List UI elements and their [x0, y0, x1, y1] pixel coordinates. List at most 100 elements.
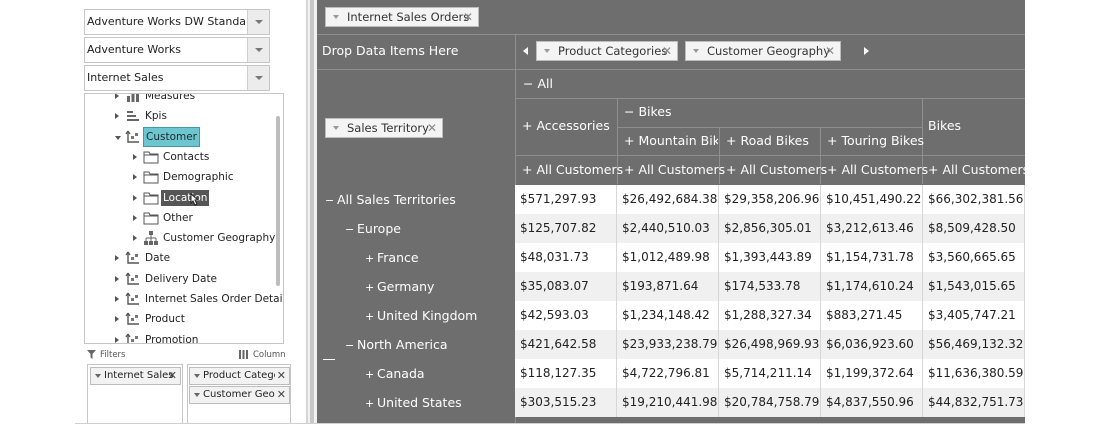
column-header-all-customers[interactable]: + All Customers — [726, 162, 827, 177]
column-header-mountain-bikes[interactable]: + Mountain Bikes — [624, 133, 718, 148]
expand-icon[interactable]: + — [365, 389, 375, 418]
expand-icon[interactable] — [115, 336, 119, 343]
data-cell[interactable]: $4,722,796.81 — [617, 359, 719, 388]
data-cell[interactable]: $44,832,751.73 — [923, 388, 1025, 417]
collapse-icon[interactable]: − — [345, 215, 355, 244]
data-cell[interactable]: $29,358,206.96 — [719, 185, 821, 214]
row-header-all-sales-territories[interactable]: − All Sales Territories — [317, 185, 515, 214]
data-cell[interactable]: $174,533.78 — [719, 272, 821, 301]
data-cell[interactable]: $1,199,372.64 — [821, 359, 923, 388]
data-cell[interactable]: $23,933,238.79 — [617, 330, 719, 359]
expand-icon[interactable]: + — [624, 133, 638, 148]
expand-icon[interactable]: + — [624, 162, 638, 177]
expand-icon[interactable]: + — [827, 133, 841, 148]
close-icon[interactable]: ✕ — [274, 387, 286, 403]
panel-splitter[interactable] — [307, 0, 317, 424]
expand-icon[interactable]: + — [726, 133, 740, 148]
close-icon[interactable]: ✕ — [825, 42, 835, 60]
close-icon[interactable]: ✕ — [274, 368, 286, 384]
data-cell[interactable]: $56,469,132.32 — [923, 330, 1025, 359]
column-field-chip[interactable]: Product Categor ✕ — [189, 367, 290, 385]
row-header-united-states[interactable]: + United States — [317, 388, 515, 417]
expand-icon[interactable] — [133, 235, 137, 242]
expand-icon[interactable]: + — [365, 273, 375, 302]
expand-icon[interactable] — [115, 255, 119, 262]
data-cell[interactable]: $8,509,428.50 — [923, 214, 1025, 243]
collapse-icon[interactable]: − — [624, 104, 638, 119]
row-header-germany[interactable]: + Germany — [317, 272, 515, 301]
data-cell[interactable]: $20,784,758.79 — [719, 388, 821, 417]
dropdown-icon[interactable] — [194, 393, 200, 397]
dropdown-icon[interactable] — [544, 49, 550, 53]
filter-field-chip[interactable]: Internet Sales ✕ — [90, 367, 181, 385]
data-cell[interactable]: $35,083.07 — [515, 272, 617, 301]
row-header-canada[interactable]: + Canada — [317, 359, 515, 388]
data-cell[interactable]: $118,127.35 — [515, 359, 617, 388]
data-cell[interactable]: $4,837,550.96 — [821, 388, 923, 417]
dropdown-icon[interactable] — [194, 374, 200, 378]
data-cell[interactable]: $1,154,731.78 — [821, 243, 923, 272]
collapse-icon[interactable]: − — [345, 331, 355, 360]
column-header-accessories[interactable]: + Accessories — [522, 118, 610, 133]
expand-icon[interactable] — [133, 153, 137, 160]
tree-scrollbar[interactable] — [276, 116, 280, 286]
row-header-france[interactable]: + France — [317, 243, 515, 272]
filters-drop-zone[interactable]: Internet Sales ✕ — [87, 364, 183, 424]
column-header-road-bikes[interactable]: + Road Bikes — [726, 133, 809, 148]
data-cell[interactable]: $19,210,441.98 — [617, 388, 719, 417]
data-cell[interactable]: $1,012,489.98 — [617, 243, 719, 272]
collapse-icon[interactable] — [115, 135, 121, 140]
data-cell[interactable]: $1,234,148.42 — [617, 301, 719, 330]
filter-area-chip[interactable]: Internet Sales Orders ✕ — [325, 7, 479, 27]
expand-icon[interactable] — [115, 113, 119, 120]
column-header-all-customers[interactable]: + All Customers — [522, 162, 623, 177]
expand-icon[interactable] — [115, 296, 119, 302]
dropdown-icon[interactable] — [333, 126, 339, 130]
data-cell[interactable]: $11,636,380.59 — [923, 359, 1025, 388]
row-area-chip[interactable]: Sales Territory ✕ — [325, 118, 443, 138]
column-header-bikes[interactable]: − Bikes — [624, 104, 672, 119]
data-cell[interactable]: $2,856,305.01 — [719, 214, 821, 243]
data-cell[interactable]: $1,543,015.65 — [923, 272, 1025, 301]
data-cell[interactable]: $66,302,381.56 — [923, 185, 1025, 214]
data-cell[interactable]: $6,036,923.60 — [821, 330, 923, 359]
expand-icon[interactable]: + — [726, 162, 740, 177]
collapse-icon[interactable]: − — [523, 76, 537, 91]
expand-icon[interactable] — [115, 275, 119, 282]
data-cell[interactable]: $42,593.03 — [515, 301, 617, 330]
chevron-down-icon[interactable] — [247, 38, 269, 62]
expand-icon[interactable]: + — [365, 360, 375, 389]
cube-select[interactable]: Internet Sales — [84, 65, 270, 91]
data-cell[interactable]: $3,405,747.21 — [923, 301, 1025, 330]
data-source-select[interactable]: Adventure Works DW Standard Edition — [84, 9, 270, 35]
columns-drop-zone[interactable]: Product Categor ✕ Customer Geogr ✕ — [187, 364, 291, 424]
dropdown-icon[interactable] — [95, 374, 101, 378]
expand-icon[interactable]: + — [522, 118, 536, 133]
column-area-chip[interactable]: Customer Geography ✕ — [685, 41, 841, 61]
row-header-europe[interactable]: − Europe — [317, 214, 515, 243]
expand-icon[interactable]: + — [365, 302, 375, 331]
scroll-right-icon[interactable] — [864, 47, 869, 55]
column-header-all-customers[interactable]: + All Customers — [928, 162, 1025, 177]
chevron-down-icon[interactable] — [247, 66, 269, 90]
data-cell[interactable]: $883,271.45 — [821, 301, 923, 330]
column-header-touring-bikes[interactable]: + Touring Bikes — [827, 133, 924, 148]
expand-icon[interactable] — [115, 94, 119, 99]
data-cell[interactable]: $421,642.58 — [515, 330, 617, 359]
close-icon[interactable]: ✕ — [168, 368, 177, 384]
data-cell[interactable]: $1,288,327.34 — [719, 301, 821, 330]
data-cell[interactable]: $3,212,613.46 — [821, 214, 923, 243]
expand-icon[interactable]: + — [365, 244, 375, 273]
expand-icon[interactable]: + — [827, 162, 841, 177]
row-header-north-america[interactable]: − North America — [317, 330, 515, 359]
catalog-select[interactable]: Adventure Works — [84, 37, 270, 63]
expand-icon[interactable]: + — [522, 162, 536, 177]
close-icon[interactable]: ✕ — [427, 119, 437, 137]
column-area-chip[interactable]: Product Categories ✕ — [536, 41, 678, 61]
data-cell[interactable]: $5,714,211.14 — [719, 359, 821, 388]
data-cell[interactable]: $1,393,443.89 — [719, 243, 821, 272]
expand-icon[interactable] — [133, 194, 137, 201]
row-header-united-kingdom[interactable]: + United Kingdom — [317, 301, 515, 330]
data-cell[interactable]: $2,440,510.03 — [617, 214, 719, 243]
expand-icon[interactable] — [133, 174, 137, 181]
